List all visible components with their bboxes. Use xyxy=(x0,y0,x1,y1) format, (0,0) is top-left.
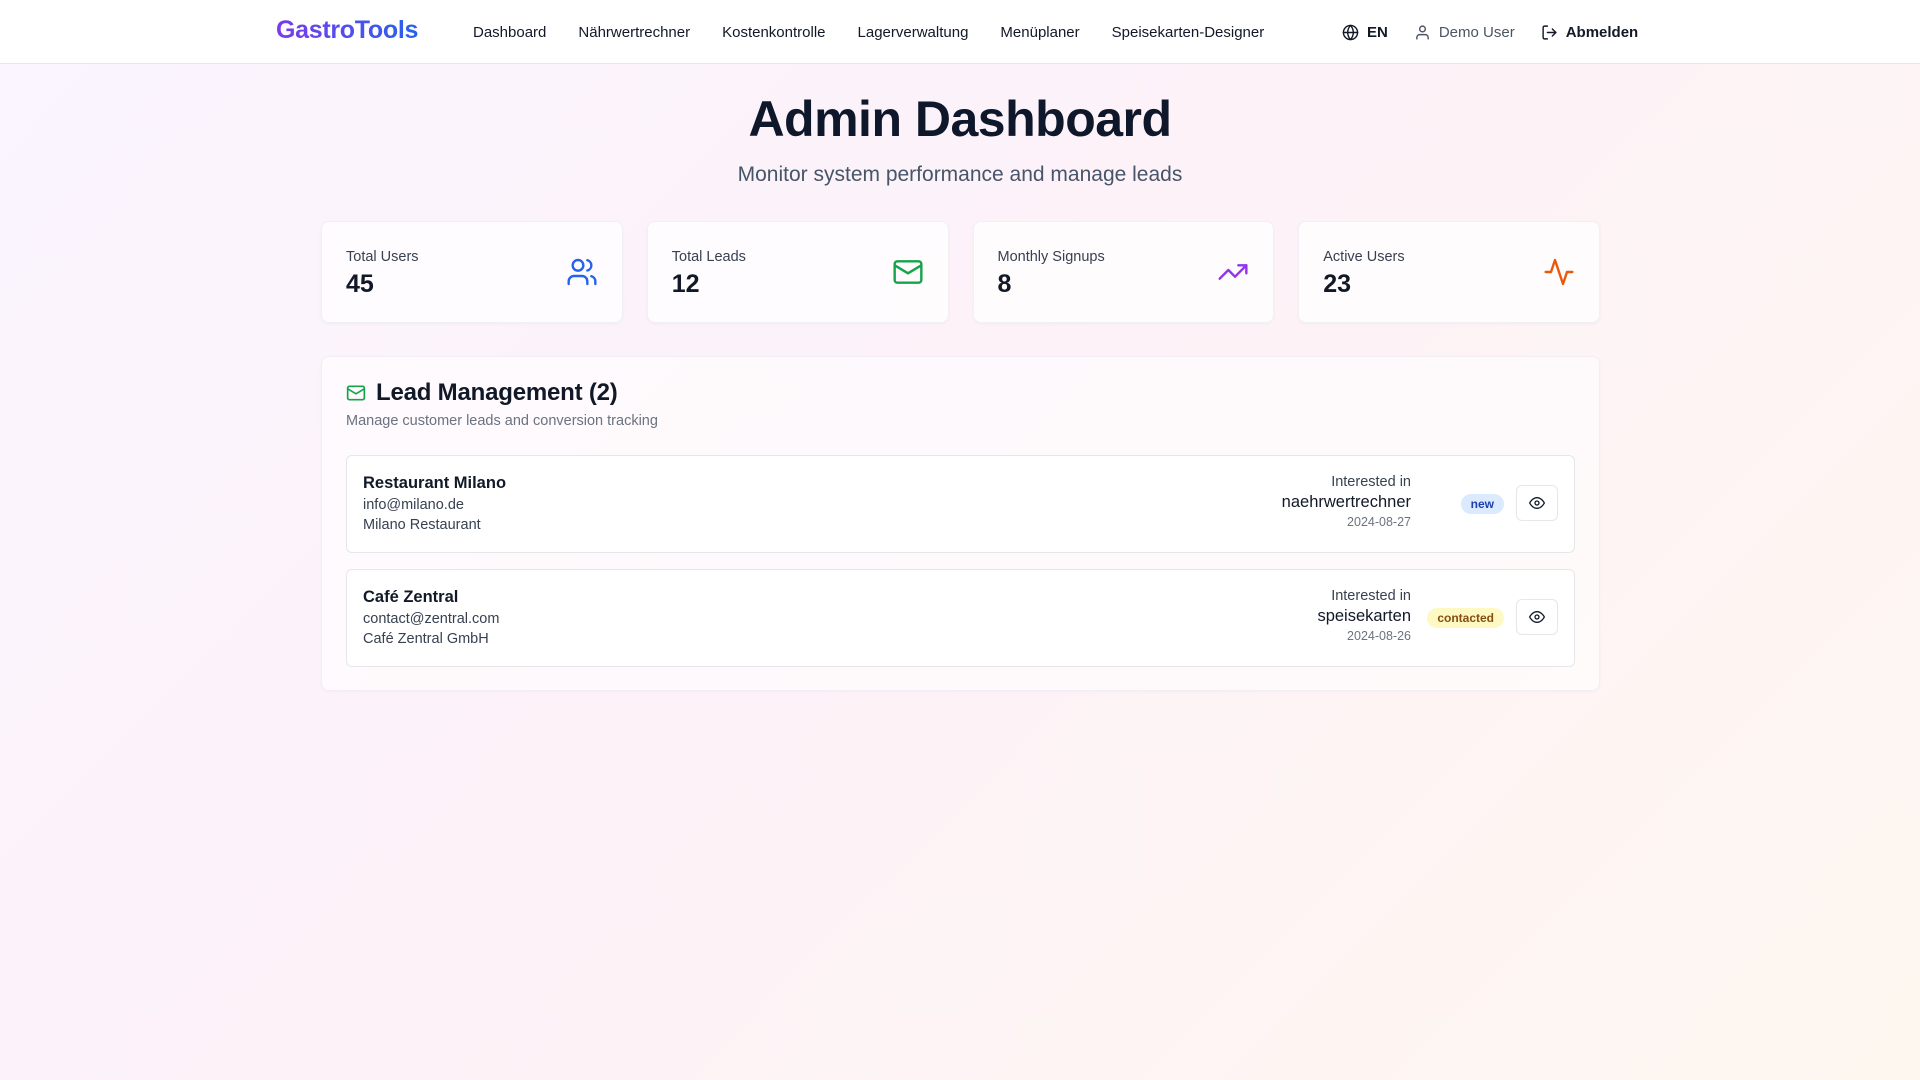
logout-icon xyxy=(1542,24,1557,40)
user-menu[interactable]: Demo User xyxy=(1414,24,1515,41)
stat-label: Monthly Signups xyxy=(997,249,1105,265)
stat-label: Total Leads xyxy=(671,249,746,265)
stat-value: 12 xyxy=(671,270,700,298)
lead-date: 2024-08-27 xyxy=(1347,515,1411,529)
users-icon xyxy=(567,258,597,286)
lead-management-panel: Lead Management (2) Manage customer lead… xyxy=(321,356,1600,691)
stat-value: 8 xyxy=(997,270,1012,298)
view-lead-button[interactable] xyxy=(1516,485,1558,521)
nav-lagerverwaltung[interactable]: Lagerverwaltung xyxy=(858,24,969,41)
nav-speisekarten-designer[interactable]: Speisekarten-Designer xyxy=(1112,24,1265,41)
lead-email: info@milano.de xyxy=(363,497,464,513)
view-lead-button[interactable] xyxy=(1516,599,1558,635)
stat-card-total-leads: Total Leads 12 xyxy=(646,221,949,323)
mail-icon xyxy=(346,385,366,401)
eye-icon xyxy=(1529,497,1545,509)
lead-management-description: Manage customer leads and conversion tra… xyxy=(346,413,658,429)
globe-icon xyxy=(1342,24,1359,40)
logout-label: Abmelden xyxy=(1565,23,1639,41)
lead-company: Café Zentral GmbH xyxy=(363,631,489,647)
lead-company: Milano Restaurant xyxy=(363,517,481,533)
page-header: Admin Dashboard Monitor system performan… xyxy=(0,92,1920,187)
top-navigation-bar: GastroTools Dashboard Nährwertrechner Ko… xyxy=(0,0,1920,64)
stat-value: 23 xyxy=(1323,270,1352,298)
lead-name: Café Zentral xyxy=(363,588,459,606)
nav-naehrwertrechner[interactable]: Nährwertrechner xyxy=(578,24,690,41)
stats-cards: Total Users 45 Total Leads 12 Monthly Si… xyxy=(321,221,1600,323)
trending-up-icon xyxy=(1218,264,1248,280)
page-subtitle: Monitor system performance and manage le… xyxy=(737,163,1183,186)
nav-menueplaner[interactable]: Menüplaner xyxy=(1000,24,1079,41)
mail-icon xyxy=(892,260,923,284)
header-actions: EN Demo User Abmelden xyxy=(1342,0,1638,64)
main-nav: Dashboard Nährwertrechner Kostenkontroll… xyxy=(473,0,1296,64)
user-name: Demo User xyxy=(1438,23,1515,41)
lead-interest-block: Interested in naehrwertrechner 2024-08-2… xyxy=(1282,474,1411,529)
interest-label: Interested in xyxy=(1331,474,1411,490)
language-switcher[interactable]: EN xyxy=(1342,24,1388,41)
activity-icon xyxy=(1544,258,1574,286)
stat-card-active-users: Active Users 23 xyxy=(1298,221,1600,323)
nav-kostenkontrolle[interactable]: Kostenkontrolle xyxy=(722,24,825,41)
lead-management-title: Lead Management (2) xyxy=(376,379,618,406)
lead-management-header: Lead Management (2) xyxy=(346,379,618,407)
status-badge: new xyxy=(1460,494,1504,514)
nav-dashboard[interactable]: Dashboard xyxy=(473,24,546,41)
lead-date: 2024-08-26 xyxy=(1347,629,1411,643)
language-label: EN xyxy=(1367,23,1388,41)
status-badge: contacted xyxy=(1427,608,1504,628)
lead-interest-block: Interested in speisekarten 2024-08-26 xyxy=(1317,588,1411,643)
logo[interactable]: GastroTools xyxy=(276,16,418,45)
user-icon xyxy=(1415,24,1429,40)
stat-card-monthly-signups: Monthly Signups 8 xyxy=(972,221,1275,323)
lead-row[interactable]: Café Zentral contact@zentral.com Café Ze… xyxy=(346,569,1575,667)
page-title: Admin Dashboard xyxy=(748,91,1172,147)
lead-name: Restaurant Milano xyxy=(363,474,507,492)
interest-label: Interested in xyxy=(1331,588,1411,604)
interest-value: naehrwertrechner xyxy=(1281,493,1411,511)
stat-label: Active Users xyxy=(1323,249,1405,265)
lead-row[interactable]: Restaurant Milano info@milano.de Milano … xyxy=(346,455,1575,553)
stat-label: Total Users xyxy=(346,249,419,265)
lead-email: contact@zentral.com xyxy=(363,611,500,627)
logout-button[interactable]: Abmelden xyxy=(1541,23,1639,41)
eye-icon xyxy=(1529,611,1545,623)
stat-value: 45 xyxy=(346,270,374,298)
stat-card-total-users: Total Users 45 xyxy=(321,221,623,323)
interest-value: speisekarten xyxy=(1317,607,1411,625)
